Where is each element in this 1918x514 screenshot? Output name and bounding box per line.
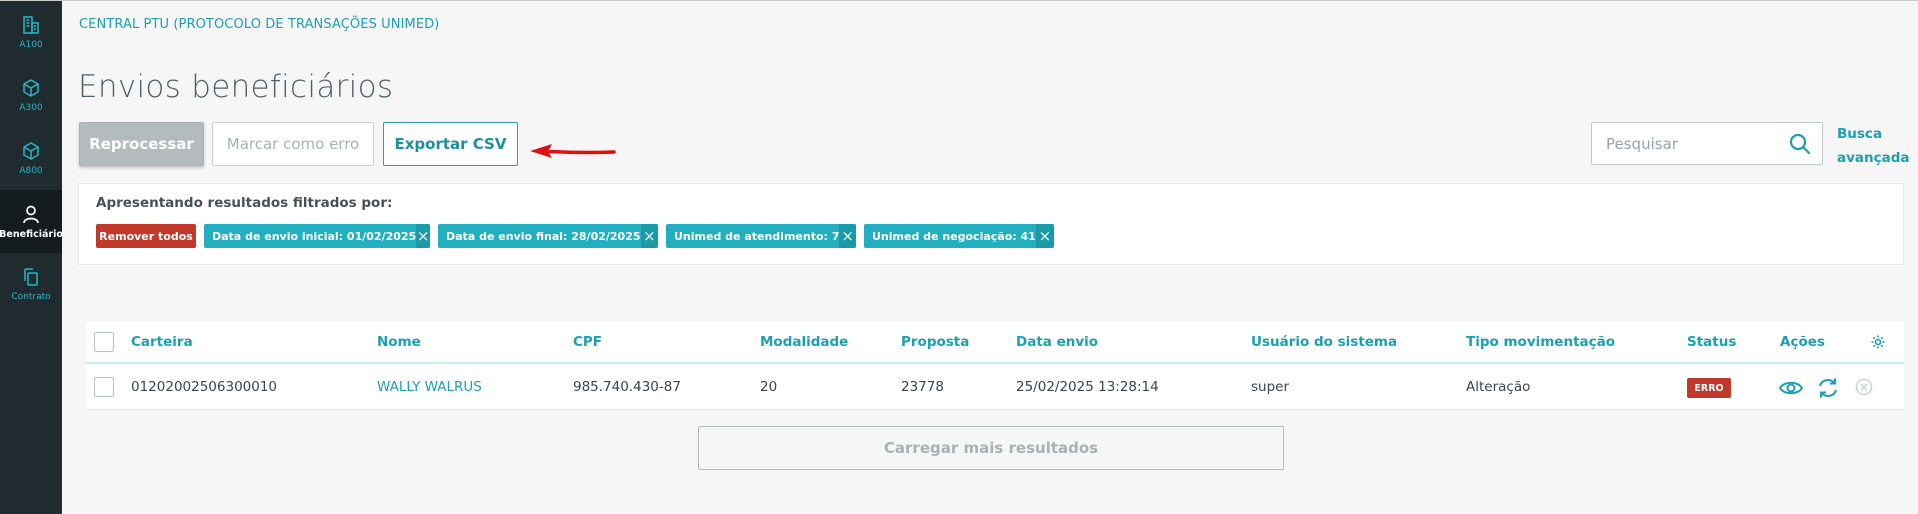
advanced-search-label: avançada [1837,150,1910,166]
search-input[interactable] [1606,123,1776,164]
cell-tipo-movimentacao: Alteração [1466,379,1531,395]
filter-chip: Unimed de negociação: 41 × [864,224,1054,248]
remove-all-filters-button[interactable]: Remover todos [96,224,196,248]
select-all-checkbox[interactable] [94,332,114,352]
sidebar-item-a800[interactable]: A800 [0,127,62,190]
reprocess-button[interactable]: Reprocessar [79,122,204,166]
sidebar: A100 A300 A800 Beneficiário Contrato [0,1,63,514]
results-table: Carteira Nome CPF Modalidade Proposta Da… [86,322,1904,410]
cell-nome-link[interactable]: WALLY WALRUS [377,379,482,395]
gear-icon[interactable] [1870,334,1886,350]
column-header-nome[interactable]: Nome [377,334,421,350]
filter-chip: Data de envio inicial: 01/02/2025 × [204,224,430,248]
filters-title: Apresentando resultados filtrados por: [96,195,393,211]
status-badge: ERRO [1687,378,1731,398]
cell-usuario: super [1251,379,1290,395]
filter-chip-label: Unimed de negociação: 41 [872,229,1036,243]
column-header-modalidade[interactable]: Modalidade [760,334,848,350]
sidebar-item-beneficiario[interactable]: Beneficiário [0,190,63,253]
sidebar-item-label: A100 [19,40,43,50]
column-header-cpf[interactable]: CPF [573,334,602,350]
advanced-search-link[interactable]: Busca avançada [1837,122,1910,170]
cell-modalidade: 20 [760,379,778,395]
column-header-usuario[interactable]: Usuário do sistema [1251,334,1397,350]
cell-proposta: 23778 [901,379,944,395]
row-checkbox[interactable] [94,377,114,397]
red-arrow-annotation [530,144,616,158]
search-box [1591,122,1823,165]
cube-icon [23,79,39,97]
advanced-search-label: Busca [1837,126,1883,142]
column-header-data-envio[interactable]: Data envio [1016,334,1098,350]
filter-chip: Data de envio final: 28/02/2025 × [438,224,658,248]
sidebar-item-label: A800 [19,166,43,176]
cube-icon [23,142,39,160]
building-icon [23,16,39,34]
search-icon[interactable] [1789,133,1811,155]
close-icon[interactable]: × [839,224,856,248]
table-row[interactable]: 01202002506300010 WALLY WALRUS 985.740.4… [86,366,1904,410]
column-header-status[interactable]: Status [1687,334,1736,350]
eye-icon[interactable] [1778,375,1804,401]
filter-chip-label: Unimed de atendimento: 7 [674,229,840,243]
mark-as-error-button[interactable]: Marcar como erro [212,122,374,166]
filter-chip: Unimed de atendimento: 7 × [666,224,856,248]
page-title: Envios beneficiários [78,69,394,105]
refresh-icon[interactable] [1815,375,1841,401]
cell-cpf: 985.740.430-87 [573,379,681,395]
column-header-tipo-movimentacao[interactable]: Tipo movimentação [1466,334,1615,350]
sidebar-item-label: A300 [19,103,43,113]
cancel-icon[interactable] [1855,378,1873,396]
close-icon[interactable]: × [640,224,658,248]
copy-icon [24,268,38,286]
table-header: Carteira Nome CPF Modalidade Proposta Da… [86,322,1904,364]
filter-chip-label: Data de envio final: 28/02/2025 [446,229,641,243]
column-header-proposta[interactable]: Proposta [901,334,969,350]
export-csv-button[interactable]: Exportar CSV [383,122,518,166]
cell-carteira: 01202002506300010 [131,379,278,395]
user-icon [23,205,39,223]
filter-chip-label: Data de envio inicial: 01/02/2025 [212,229,417,243]
sidebar-item-a100[interactable]: A100 [0,1,62,64]
cell-data-envio: 25/02/2025 13:28:14 [1016,379,1159,395]
load-more-button[interactable]: Carregar mais resultados [698,426,1284,470]
column-header-acoes: Ações [1780,334,1825,350]
sidebar-item-a300[interactable]: A300 [0,64,62,127]
sidebar-item-contrato[interactable]: Contrato [0,253,62,316]
close-icon[interactable]: × [1035,224,1054,248]
app-title: CENTRAL PTU (PROTOCOLO DE TRANSAÇÕES UNI… [79,17,440,32]
sidebar-item-label: Contrato [11,292,51,302]
column-header-carteira[interactable]: Carteira [131,334,193,350]
close-icon[interactable]: × [416,224,430,248]
active-filters-panel: Apresentando resultados filtrados por: R… [78,183,1904,265]
sidebar-item-label: Beneficiário [0,228,63,240]
